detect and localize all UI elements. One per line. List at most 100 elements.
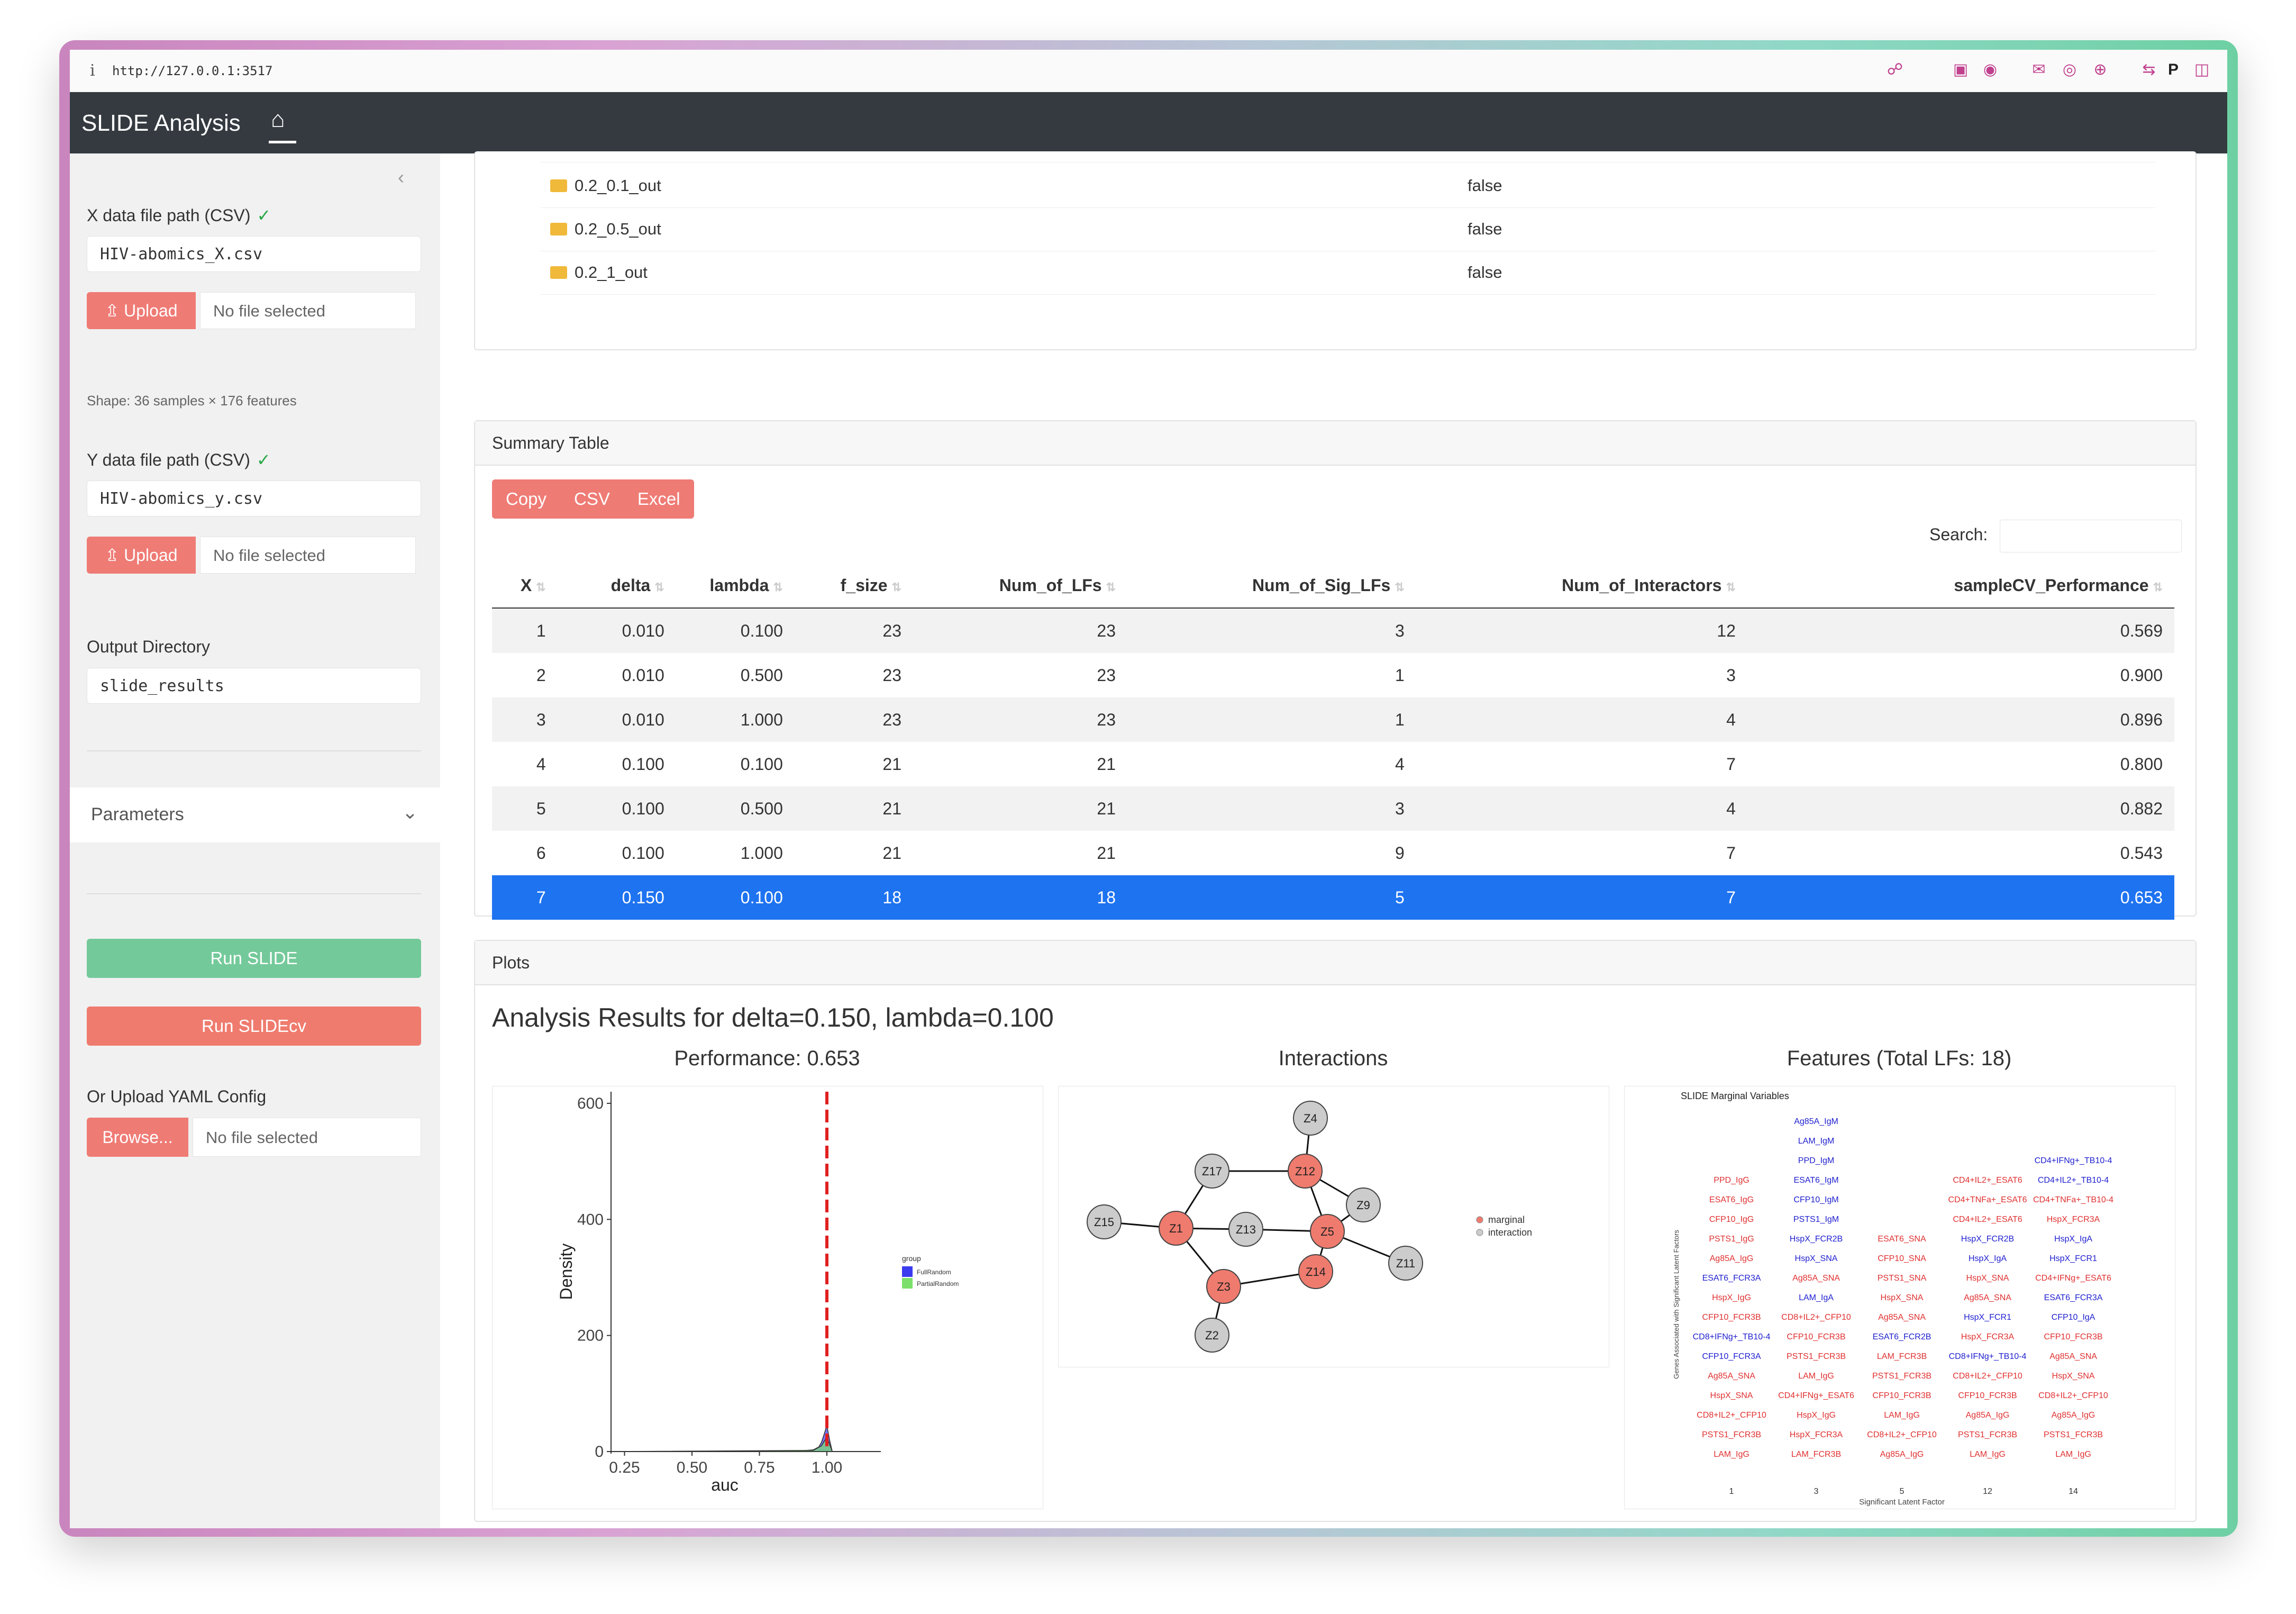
- output-dir-input[interactable]: slide_results: [87, 668, 421, 704]
- code-icon[interactable]: ⇆: [2139, 60, 2158, 79]
- yaml-file-status[interactable]: No file selected: [193, 1118, 421, 1157]
- feature-label: HspX_IgA: [1969, 1254, 2007, 1263]
- feature-label: HspX_FCR2B: [1790, 1235, 1843, 1244]
- x-tick-label: 1.00: [812, 1459, 842, 1476]
- export-button-group: Copy CSV Excel: [492, 479, 694, 519]
- url-bar[interactable]: i http://127.0.0.1:3517 ☍ ▣ ◉ ✉ ◎ ⊕ ⇆ P …: [70, 50, 2227, 93]
- interactions-panel: Z4 Z17 Z12 Z9 Z15 Z1 Z13 Z5 Z14 Z11 Z3 Z2 marginal in…: [1058, 1086, 1609, 1367]
- table-row[interactable]: 4 0.100 0.100 21 21 4 7 0.800: [492, 742, 2174, 786]
- column-header[interactable]: Num_of_Sig_LFs ⇅: [1127, 563, 1416, 609]
- network-node-label: Z12: [1295, 1165, 1315, 1178]
- table-cell: 0.100: [676, 608, 795, 653]
- table-cell: 4: [536, 754, 546, 774]
- legend-marker: [1476, 1229, 1483, 1236]
- y-upload-button[interactable]: ⇫ Upload: [87, 537, 196, 574]
- column-header[interactable]: Num_of_Interactors ⇅: [1416, 563, 1747, 609]
- y-path-input[interactable]: HIV-abomics_y.csv: [87, 480, 421, 516]
- table-cell: 3: [1726, 665, 1736, 685]
- info-icon[interactable]: i: [90, 61, 95, 80]
- capture-icon[interactable]: ▣: [1951, 60, 1970, 79]
- y-tick-label: 200: [577, 1327, 604, 1345]
- table-cell: 9: [1395, 843, 1405, 863]
- feature-label: CFP10_FCR3A: [1702, 1352, 1761, 1361]
- x-file-status[interactable]: No file selected: [200, 292, 416, 329]
- feature-label: CD8+IFNg+_TB10-4: [1949, 1352, 2027, 1361]
- column-header[interactable]: X ⇅: [492, 563, 558, 609]
- feature-label: CFP10_FCR3B: [1702, 1313, 1761, 1322]
- summary-table-header: Summary Table: [475, 421, 2195, 466]
- column-header[interactable]: delta ⇅: [557, 563, 676, 609]
- column-header[interactable]: f_size ⇅: [794, 563, 913, 609]
- window-frame: i http://127.0.0.1:3517 ☍ ▣ ◉ ✉ ◎ ⊕ ⇆ P …: [59, 40, 2238, 1537]
- excel-button[interactable]: Excel: [624, 479, 694, 519]
- column-header[interactable]: sampleCV_Performance ⇅: [1747, 563, 2174, 609]
- table-cell: 4: [1416, 697, 1747, 742]
- column-header[interactable]: lambda ⇅: [676, 563, 795, 609]
- table-row[interactable]: 2 0.010 0.500 23 23 1 3 0.900: [492, 653, 2174, 697]
- crosshair-icon[interactable]: ⊕: [2091, 60, 2110, 79]
- table-cell: 1: [1395, 665, 1405, 685]
- collapse-sidebar-icon[interactable]: ‹: [398, 166, 404, 188]
- file-row[interactable]: 0.2_0.1_out false: [541, 164, 2155, 208]
- y-tick-label: 0: [595, 1443, 604, 1461]
- table-row[interactable]: 5 0.100 0.500 21 21 3 4 0.882: [492, 786, 2174, 831]
- feature-label: CD4+IFNg+_ESAT6: [2035, 1274, 2111, 1283]
- copy-button[interactable]: Copy: [492, 479, 560, 519]
- summary-table: X ⇅ delta ⇅ lambda ⇅ f_size ⇅ Num_of_LFs ⇅ Num_of_…: [492, 563, 2174, 920]
- feature-label: LAM_IgM: [1798, 1137, 1834, 1146]
- x-path-input[interactable]: HIV-abomics_X.csv: [87, 236, 421, 272]
- table-cell: 3: [1127, 786, 1416, 831]
- features-panel-title: SLIDE Marginal Variables: [1681, 1091, 1789, 1101]
- main-content: 0.2_0.1_out false 0.2_0.5_out false 0.2_…: [440, 151, 2227, 1528]
- x-upload-button[interactable]: ⇫ Upload: [87, 292, 196, 329]
- run-slidecv-button[interactable]: Run SLIDEcv: [87, 1007, 421, 1046]
- upload-icon: ⇫: [105, 546, 124, 565]
- table-cell: 6: [536, 843, 546, 863]
- globe-icon[interactable]: ◎: [2060, 60, 2079, 79]
- sort-icon: ⇅: [1395, 580, 1405, 594]
- feature-label: PSTS1_IgG: [1709, 1235, 1754, 1244]
- table-row[interactable]: 1 0.010 0.100 23 23 3 12 0.569: [492, 608, 2174, 653]
- feature-label: PSTS1_FCR3B: [2044, 1430, 2103, 1439]
- feature-label: LAM_IgG: [1798, 1372, 1834, 1381]
- sort-icon: ⇅: [654, 580, 664, 594]
- performance-chart: 0 200 400 600 0.25 0.50 0.75 1.00 auc Density grou…: [557, 1092, 959, 1494]
- parameters-accordion[interactable]: Parameters ⌄: [70, 787, 440, 842]
- features-title: Features (Total LFs: 18): [1787, 1047, 2012, 1070]
- column-header[interactable]: Num_of_LFs ⇅: [913, 563, 1128, 609]
- feature-label: PSTS1_FCR3B: [1787, 1352, 1846, 1361]
- search-input[interactable]: [2000, 520, 2182, 552]
- search-label: Search:: [1929, 525, 1988, 544]
- feature-label: ESAT6_IgG: [1709, 1195, 1754, 1204]
- sidebar: ‹ X data file path (CSV) ✓ HIV-abomics_X.…: [70, 153, 441, 1528]
- browse-button[interactable]: Browse...: [87, 1118, 188, 1157]
- feature-label: PSTS1_FCR3B: [1872, 1372, 1931, 1381]
- run-slide-button[interactable]: Run SLIDE: [87, 939, 421, 978]
- network-node-label: Z13: [1236, 1223, 1256, 1236]
- camera-icon[interactable]: ◉: [1981, 60, 2000, 79]
- csv-button[interactable]: CSV: [560, 479, 624, 519]
- y-file-status[interactable]: No file selected: [200, 537, 416, 574]
- table-row[interactable]: 7 0.150 0.100 18 18 5 7 0.653: [492, 875, 2174, 920]
- link-icon[interactable]: ☍: [1885, 60, 1905, 79]
- table-cell: 7: [1416, 875, 1747, 920]
- p-icon[interactable]: P: [2164, 60, 2183, 79]
- table-row[interactable]: 6 0.100 1.000 21 21 9 7 0.543: [492, 831, 2174, 875]
- feature-label: CFP10_SNA: [1878, 1254, 1926, 1263]
- feature-label: CD4+IL2+_TB10-4: [2038, 1176, 2109, 1185]
- network-node-label: Z2: [1205, 1329, 1219, 1342]
- plots-header: Plots: [475, 941, 2195, 985]
- sidebar-toggle-icon[interactable]: ◫: [2192, 60, 2211, 79]
- feature-label: PSTS1_SNA: [1878, 1274, 1927, 1283]
- x-shape-text: Shape: 36 samples × 176 features: [87, 393, 297, 409]
- analysis-title: Analysis Results for delta=0.150, lambda…: [492, 1003, 1054, 1032]
- home-icon[interactable]: ⌂: [271, 108, 294, 131]
- table-row[interactable]: 3 0.010 1.000 23 23 1 4 0.896: [492, 697, 2174, 742]
- table-cell: 21: [882, 843, 901, 863]
- file-row[interactable]: 0.2_1_out false: [541, 251, 2155, 295]
- mail-icon[interactable]: ✉: [2029, 60, 2048, 79]
- url-text[interactable]: http://127.0.0.1:3517: [112, 64, 272, 78]
- feature-label: HspX_SNA: [1795, 1254, 1838, 1263]
- feature-label: HspX_IgA: [2054, 1235, 2092, 1244]
- file-row[interactable]: 0.2_0.5_out false: [541, 207, 2155, 251]
